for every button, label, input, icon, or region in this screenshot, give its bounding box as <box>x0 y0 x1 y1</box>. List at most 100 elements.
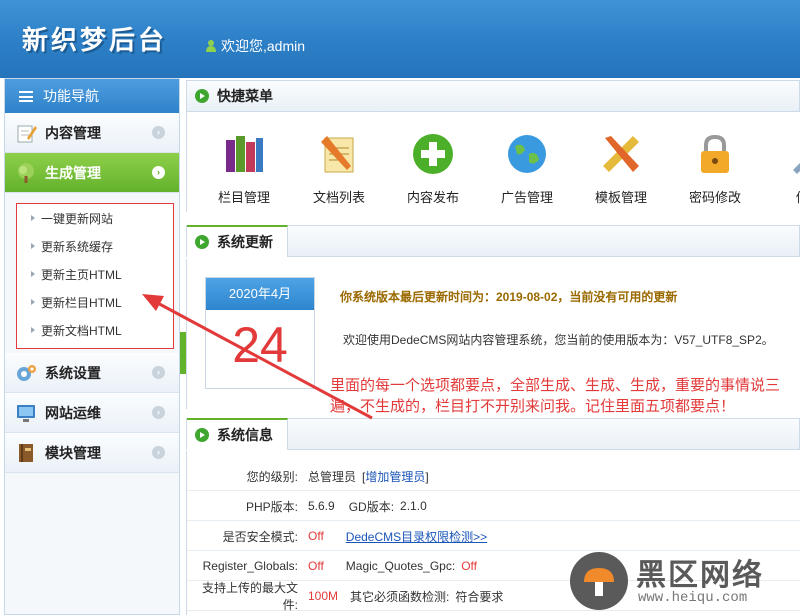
watermark-logo <box>570 552 628 610</box>
safe-mode-value: Off <box>308 529 324 543</box>
info-key: PHP版本: <box>245 499 298 514</box>
level-value: 总管理员 <box>308 469 357 484</box>
quick-item-label: 内容发布 <box>406 190 459 205</box>
quick-item-ads[interactable]: 广告管理 <box>491 132 563 206</box>
permission-check-link[interactable]: DedeCMS目录权限检测>> <box>346 528 487 545</box>
chevron-right-icon: › <box>152 166 165 179</box>
play-circle-icon <box>195 235 209 249</box>
sidebar-item-generate[interactable]: 生成管理 › <box>5 153 179 193</box>
info-row-php: PHP版本: 5.6.9 GD版本: 2.1.0 <box>187 492 800 521</box>
sidebar-item-label: 系统设置 <box>45 364 101 381</box>
chevron-right-icon: › <box>152 366 165 379</box>
quick-item-label: 文档列表 <box>312 190 365 205</box>
quick-item-columns[interactable]: 栏目管理 <box>208 132 280 206</box>
quick-menu-title: 快捷菜单 <box>217 88 273 104</box>
quick-item-publish[interactable]: 内容发布 <box>397 132 469 206</box>
generate-submenu: 一键更新网站 更新系统缓存 更新主页HTML 更新栏目HTML 更新文档HTML <box>16 203 174 349</box>
sidebar-item-ops[interactable]: 网站运维 › <box>5 393 179 433</box>
quick-item-templates[interactable]: 模板管理 <box>585 132 657 206</box>
info-title: 系统信息 <box>217 427 273 443</box>
info-row-safe-mode: 是否安全模式: Off DedeCMS目录权限检测>> <box>187 522 800 551</box>
sidebar-item-content[interactable]: 内容管理 › <box>5 113 179 153</box>
submenu-label: 一键更新网站 <box>41 211 114 226</box>
info-key: 支持上传的最大文件: <box>201 581 298 612</box>
watermark-name: 黑区网络 <box>636 558 764 593</box>
info-value: 5.6.9 GD版本: 2.1.0 <box>308 498 427 515</box>
sidebar-item-label: 网站运维 <box>45 404 101 421</box>
update-message: 欢迎使用DedeCMS网站内容管理系统，您当前的使用版本为：V57_UTF8_S… <box>343 333 774 347</box>
info-value: 总管理员 [增加管理员] <box>308 468 429 485</box>
padlock-icon <box>701 134 729 173</box>
update-header: 系统更新 <box>186 225 800 257</box>
tab-system-info[interactable]: 系统信息 <box>187 418 288 450</box>
user-icon <box>206 40 216 52</box>
quick-item-label: 模板管理 <box>594 190 647 205</box>
submenu-item-update-cache[interactable]: 更新系统缓存 <box>17 232 173 260</box>
watermark-url: www.heiqu.com <box>638 590 748 606</box>
document-pencil-icon <box>321 136 354 173</box>
update-title: 系统更新 <box>217 234 273 250</box>
upload-value: 100M <box>308 589 339 603</box>
quick-item-modify[interactable]: 修改 <box>773 132 800 206</box>
play-circle-icon <box>195 89 209 103</box>
bullet-arrow-icon <box>31 299 35 305</box>
submenu-item-update-docs[interactable]: 更新文档HTML <box>17 316 173 344</box>
nav-title: 功能导航 <box>5 79 179 113</box>
play-circle-icon <box>195 428 209 442</box>
info-value: 100M 其它必须函数检测: 符合要求 <box>308 588 503 605</box>
update-headline: 你系统版本最后更新时间为：2019-08-02，当前没有可用的更新 <box>340 290 678 304</box>
welcome-text: 欢迎您,admin <box>221 38 306 54</box>
submenu-label: 更新主页HTML <box>41 267 122 282</box>
add-admin-link[interactable]: 增加管理员 <box>365 470 425 484</box>
calendar-day: 24 <box>232 317 288 373</box>
wrench-icon <box>793 163 800 174</box>
info-value: Off Magic_Quotes_Gpc: Off <box>308 559 477 573</box>
submenu-item-update-site[interactable]: 一键更新网站 <box>17 204 173 232</box>
quick-item-label: 修改 <box>773 187 800 206</box>
sidebar-item-label: 模块管理 <box>45 444 101 461</box>
info-key: Register_Globals: <box>202 559 298 573</box>
monitor-icon <box>17 404 35 422</box>
menu-list-icon <box>19 90 33 102</box>
quick-item-label: 栏目管理 <box>217 190 270 205</box>
info-key: 是否安全模式: <box>222 529 298 544</box>
bullet-arrow-icon <box>31 215 35 221</box>
info-header: 系统信息 <box>186 418 800 450</box>
edit-notepad-icon <box>17 125 37 142</box>
tree-icon <box>18 162 34 183</box>
book-icon <box>19 443 33 462</box>
quick-menu-header: 快捷菜单 <box>186 80 800 112</box>
sidebar-item-modules[interactable]: 模块管理 › <box>5 433 179 473</box>
quick-item-password[interactable]: 密码修改 <box>679 132 751 206</box>
gear-icon <box>17 364 36 381</box>
globals-value: Off <box>308 559 324 573</box>
mushroom-logo-icon <box>584 568 614 596</box>
quick-item-doclist[interactable]: 文档列表 <box>303 132 375 206</box>
bullet-arrow-icon <box>31 243 35 249</box>
chevron-right-icon: › <box>152 446 165 459</box>
bullet-arrow-icon <box>31 327 35 333</box>
books-icon <box>226 136 263 172</box>
watermark: 黑区网络 www.heiqu.com <box>566 548 800 615</box>
quick-menu: 栏目管理 文档列表 内容发布 广告管理 模板管理 密码修改 修 <box>186 112 800 212</box>
chevron-right-icon: › <box>152 126 165 139</box>
submenu-label: 更新文档HTML <box>41 323 122 338</box>
info-row-level: 您的级别: 总管理员 [增加管理员] <box>187 462 800 491</box>
sidebar-item-label: 内容管理 <box>45 124 101 141</box>
green-plus-icon <box>413 134 453 174</box>
magic-label: Magic_Quotes_Gpc: <box>345 559 456 573</box>
annotation-text: 里面的每一个选项都要点，全部生成、生成、生成，重要的事情说三遍，不生成的，栏目打… <box>330 376 781 415</box>
sidebar-item-settings[interactable]: 系统设置 › <box>5 353 179 393</box>
submenu-item-update-home[interactable]: 更新主页HTML <box>17 260 173 288</box>
submenu-item-update-columns[interactable]: 更新栏目HTML <box>17 288 173 316</box>
sidebar-item-label: 生成管理 <box>45 164 101 181</box>
calendar: 2020年4月 24 <box>205 277 315 389</box>
funcs-value: 符合要求 <box>455 589 504 604</box>
tab-system-update[interactable]: 系统更新 <box>187 225 288 257</box>
quick-item-label: 广告管理 <box>500 190 553 205</box>
bullet-arrow-icon <box>31 271 35 277</box>
magic-value: Off <box>461 559 477 573</box>
php-value: 5.6.9 <box>308 499 335 513</box>
header: 新织梦后台 欢迎您,admin <box>0 0 800 78</box>
submenu-label: 更新栏目HTML <box>41 295 122 310</box>
